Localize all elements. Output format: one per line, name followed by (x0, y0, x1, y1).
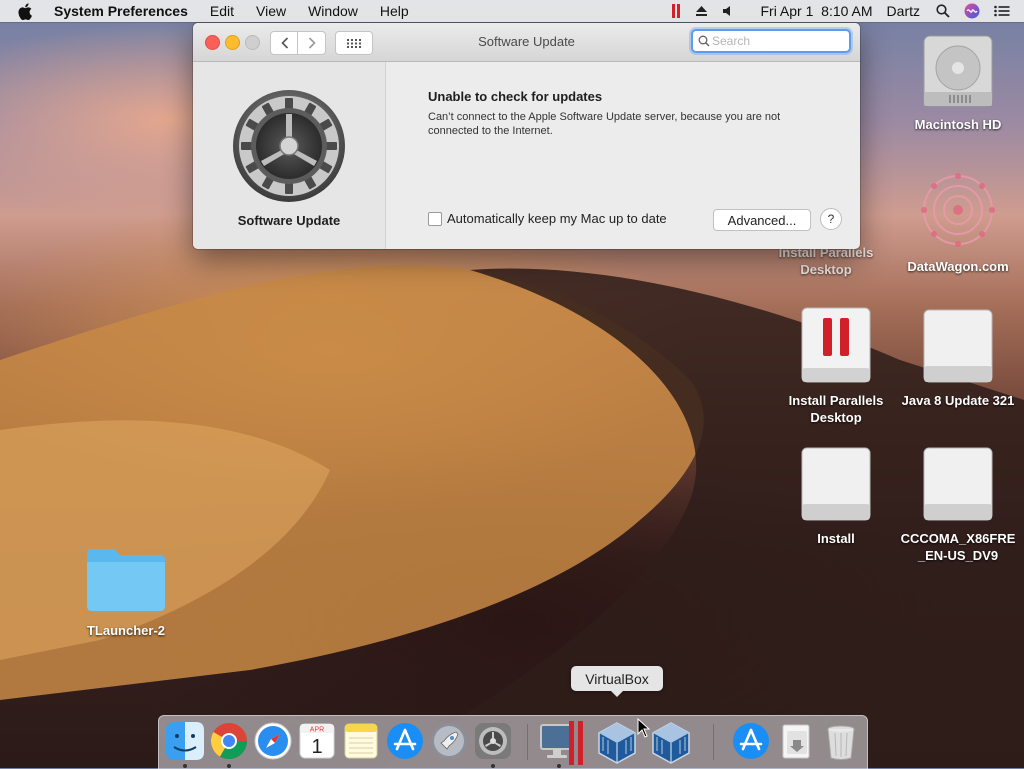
finder-icon (166, 722, 204, 760)
desktop-icon-install-parallels-desktop[interactable]: Install Parallels Desktop (776, 306, 896, 426)
user-menu[interactable]: Dartz (887, 3, 920, 19)
desktop-icon-cccoma[interactable]: CCCOMA_X86FRE_EN-US_DV9 (898, 444, 1018, 564)
desktop-icon-label: Macintosh HD (914, 117, 1002, 132)
system-preferences-icon (475, 723, 511, 759)
app-name-menu[interactable]: System Preferences (54, 3, 188, 19)
running-indicator (183, 764, 187, 768)
dock-app-store[interactable] (385, 721, 425, 761)
datawagon-icon (921, 173, 995, 247)
desktop-icon-macintosh-hd[interactable]: Macintosh HD (898, 30, 1018, 133)
dock-virtualbox[interactable] (595, 721, 636, 764)
running-indicator (557, 764, 561, 768)
dock-downloads[interactable] (777, 721, 817, 761)
dock-app-store-folder[interactable] (731, 721, 771, 761)
menu-view[interactable]: View (256, 3, 286, 19)
software-update-window: Software Update Search Software Update U… (193, 23, 860, 249)
auto-update-label[interactable]: Automatically keep my Mac up to date (447, 211, 667, 226)
menu-edit[interactable]: Edit (210, 3, 234, 19)
desktop-icon-label: TLauncher-2 (86, 623, 165, 638)
external-drive-icon (801, 447, 871, 521)
dock-separator (713, 724, 714, 760)
update-status-panel: Unable to check for updates Can’t connec… (386, 62, 860, 249)
update-status-message: Can’t connect to the Apple Software Upda… (428, 111, 781, 137)
dock-launchpad[interactable] (429, 721, 469, 761)
dock-notes[interactable] (341, 721, 381, 761)
parallels-disk-icon (801, 307, 871, 383)
notification-center-icon[interactable] (994, 5, 1010, 17)
update-status-title: Unable to check for updates (428, 89, 603, 104)
parallels-status-icon[interactable] (671, 3, 681, 19)
dock-trash[interactable] (821, 721, 861, 761)
parallels-icon (540, 721, 583, 765)
dock: APR 1 (158, 715, 868, 769)
dock-tooltip: VirtualBox (571, 666, 663, 697)
running-indicator (491, 764, 495, 768)
virtualbox-icon (598, 722, 636, 764)
launchpad-icon (431, 723, 467, 759)
desktop-icon-label: Install Parallels Desktop (778, 245, 874, 277)
external-drive-icon (923, 309, 993, 383)
folder-icon (87, 549, 165, 611)
external-drive-icon (923, 447, 993, 521)
trash-icon (827, 725, 855, 760)
software-update-gear-icon (233, 90, 345, 202)
desktop-icon-install[interactable]: Install (776, 444, 896, 547)
desktop-icon-tlauncher[interactable]: TLauncher-2 (66, 544, 186, 639)
magnifier-icon (698, 35, 710, 47)
dock-system-preferences[interactable] (473, 721, 513, 768)
calendar-day: 1 (311, 736, 322, 758)
window-titlebar[interactable]: Software Update (193, 23, 860, 62)
menu-help[interactable]: Help (380, 3, 409, 19)
dock-safari[interactable] (253, 721, 293, 761)
desktop-icon-label: Java 8 Update 321 (901, 393, 1015, 408)
help-button[interactable]: ? (820, 208, 842, 230)
eject-icon[interactable] (695, 5, 708, 17)
advanced-button[interactable]: Advanced... (713, 209, 811, 231)
safari-icon (254, 722, 292, 760)
notes-icon (344, 723, 378, 759)
dock-calendar[interactable]: APR 1 (297, 721, 337, 761)
calendar-icon: APR 1 (299, 723, 335, 759)
volume-icon[interactable] (722, 5, 734, 17)
auto-update-checkbox[interactable] (428, 211, 442, 226)
menubar-clock[interactable]: Fri Apr 1 8:10 AM (760, 3, 872, 19)
search-input[interactable] (710, 34, 842, 48)
desktop-icon-label: DataWagon.com (907, 259, 1009, 274)
hard-drive-icon (923, 35, 993, 107)
chrome-icon (210, 723, 247, 760)
desktop-icon-datawagon[interactable]: DataWagon.com (898, 168, 1018, 275)
software-update-sidebar: Software Update (193, 62, 386, 249)
desktop-icon-label: CCCOMA_X86FRE_EN-US_DV9 (900, 531, 1016, 563)
app-store-icon (733, 723, 769, 759)
pane-label: Software Update (237, 213, 341, 228)
app-store-icon (387, 723, 423, 759)
running-indicator (227, 764, 231, 768)
mouse-cursor-icon (637, 718, 651, 738)
desktop-icon-label: Install Parallels Desktop (788, 393, 884, 425)
desktop-icon-install-parallels-desktop-ghost[interactable]: Install Parallels Desktop (766, 244, 886, 278)
dock-parallels[interactable] (539, 721, 583, 768)
siri-icon[interactable] (964, 3, 980, 19)
virtualbox-icon (652, 722, 690, 764)
menu-window[interactable]: Window (308, 3, 358, 19)
dock-finder[interactable] (165, 721, 205, 768)
dock-chrome[interactable] (209, 721, 249, 768)
downloads-icon (782, 724, 810, 759)
auto-update-option[interactable]: Automatically keep my Mac up to date (428, 211, 667, 226)
search-field[interactable] (691, 29, 851, 53)
desktop-icon-java-8-update[interactable]: Java 8 Update 321 (898, 306, 1018, 409)
dock-separator (527, 724, 528, 760)
menu-bar: System Preferences Edit View Window Help… (0, 0, 1024, 22)
apple-menu-icon[interactable] (18, 2, 38, 20)
calendar-month: APR (310, 727, 324, 734)
spotlight-search-icon[interactable] (936, 4, 950, 18)
dock-virtualbox-2[interactable] (649, 721, 690, 764)
desktop-icon-label: Install (817, 531, 855, 546)
